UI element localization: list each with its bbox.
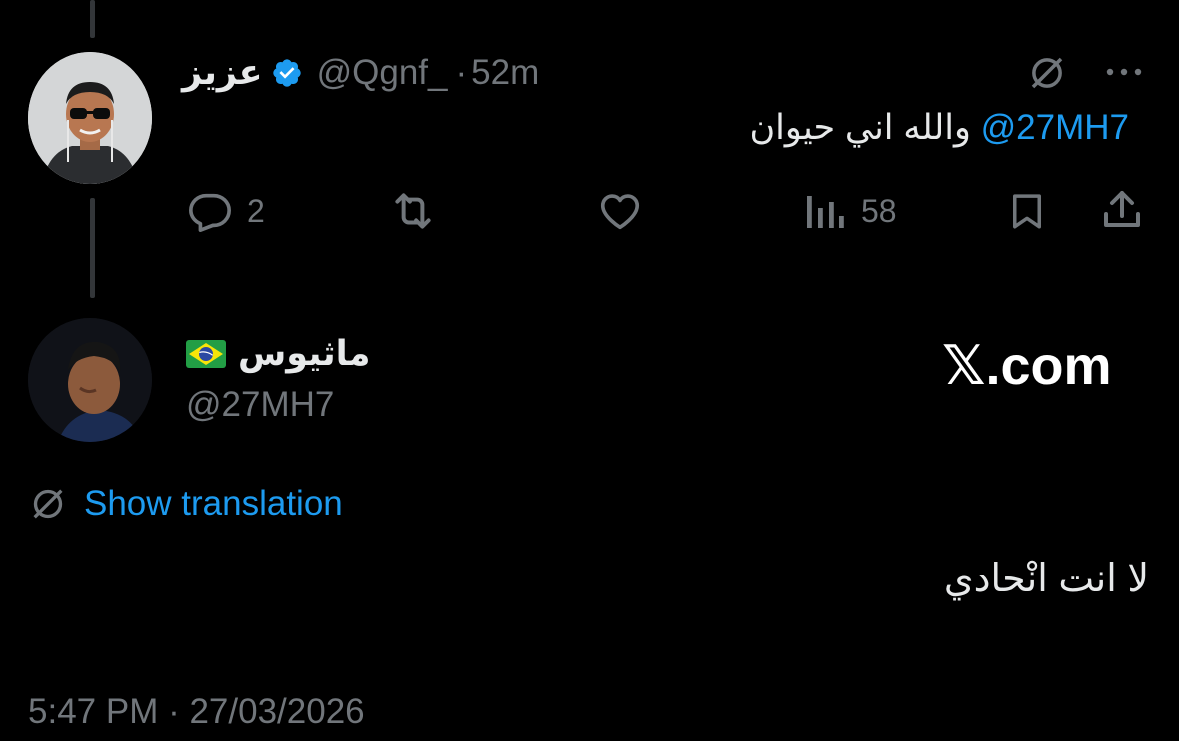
bookmark-icon <box>1013 194 1041 229</box>
avatar[interactable] <box>28 52 152 184</box>
thread-line-bottom <box>90 198 95 298</box>
reply-button[interactable]: 2 <box>187 188 265 234</box>
views-count: 58 <box>861 192 897 229</box>
thread-line-top <box>90 0 95 38</box>
reply-icon <box>189 193 231 232</box>
bookmark-button[interactable] <box>1006 188 1048 234</box>
translate-icon <box>33 489 63 519</box>
tweet-time[interactable]: 52m <box>471 53 539 93</box>
author-handle[interactable]: @27MH7 <box>186 385 334 425</box>
share-button[interactable] <box>1098 186 1146 234</box>
verified-badge-icon <box>271 57 303 89</box>
tweet-timestamp[interactable]: 5:47 PM · 27/03/2026 <box>28 692 365 732</box>
retweet-button[interactable] <box>386 186 440 236</box>
reply-count: 2 <box>247 192 265 229</box>
show-translation-label[interactable]: Show translation <box>84 484 343 524</box>
reply-text: لا انت انْحادي <box>943 558 1149 600</box>
share-icon <box>1104 191 1140 227</box>
author-name[interactable]: عزيز <box>182 53 263 93</box>
avatar-photo <box>28 52 152 184</box>
like-button[interactable] <box>596 188 644 234</box>
heart-icon <box>600 194 640 230</box>
analytics-icon <box>807 196 844 228</box>
show-translation-button[interactable]: Show translation <box>28 484 343 524</box>
reply-header: ماثيوس <box>186 331 370 377</box>
grok-icon[interactable] <box>1026 52 1068 94</box>
author-name[interactable]: ماثيوس <box>238 334 370 374</box>
separator-dot: · <box>455 53 468 92</box>
retweet-icon <box>395 193 431 229</box>
tweet-text: @27MH7 والله اني حيوان <box>749 108 1129 148</box>
views-button[interactable]: 58 <box>801 188 897 234</box>
tweet-body: والله اني حيوان <box>749 108 971 147</box>
tweet-header: عزيز @Qgnf_ · 52m <box>182 50 539 96</box>
more-icon[interactable] <box>1103 56 1145 88</box>
x-watermark: 𝕏.com <box>942 336 1112 396</box>
mention-link[interactable]: @27MH7 <box>981 108 1129 147</box>
avatar[interactable] <box>28 318 152 442</box>
avatar-photo <box>28 318 152 442</box>
brazil-flag-icon <box>186 340 226 368</box>
author-handle[interactable]: @Qgnf_ <box>317 53 448 93</box>
